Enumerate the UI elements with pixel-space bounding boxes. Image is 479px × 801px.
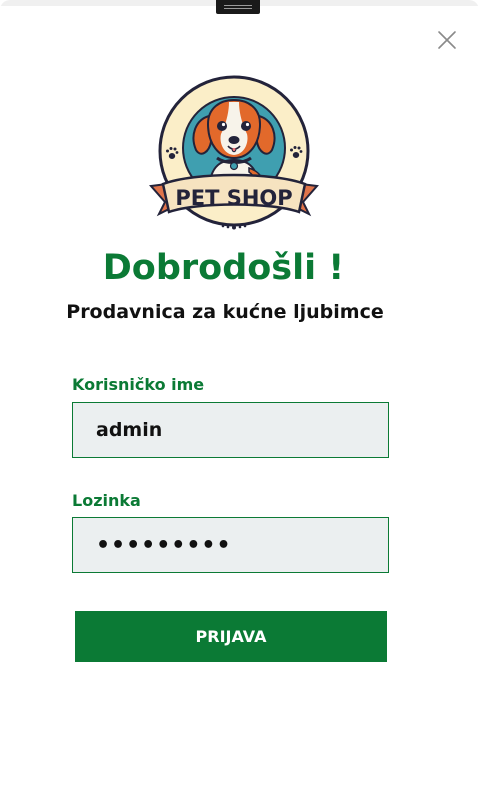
welcome-title: Dobrodošli ! — [102, 248, 345, 288]
username-field-box — [72, 402, 389, 458]
username-input[interactable] — [73, 403, 388, 457]
password-input[interactable] — [73, 518, 388, 572]
welcome-subtitle: Prodavnica za kućne ljubimce — [66, 301, 384, 323]
password-field-box — [72, 517, 389, 573]
close-icon — [438, 31, 456, 49]
login-window: PET SHOP Dobrodošli ! Prodavnica za kućn… — [0, 0, 479, 801]
logo-text: PET SHOP — [175, 186, 292, 210]
drag-handle-icon[interactable] — [216, 0, 260, 14]
username-label: Korisničko ime — [72, 375, 205, 394]
close-button[interactable] — [434, 27, 460, 53]
login-button[interactable]: PRIJAVA — [75, 611, 387, 662]
pet-shop-logo: PET SHOP — [145, 68, 323, 240]
password-label: Lozinka — [72, 491, 141, 510]
